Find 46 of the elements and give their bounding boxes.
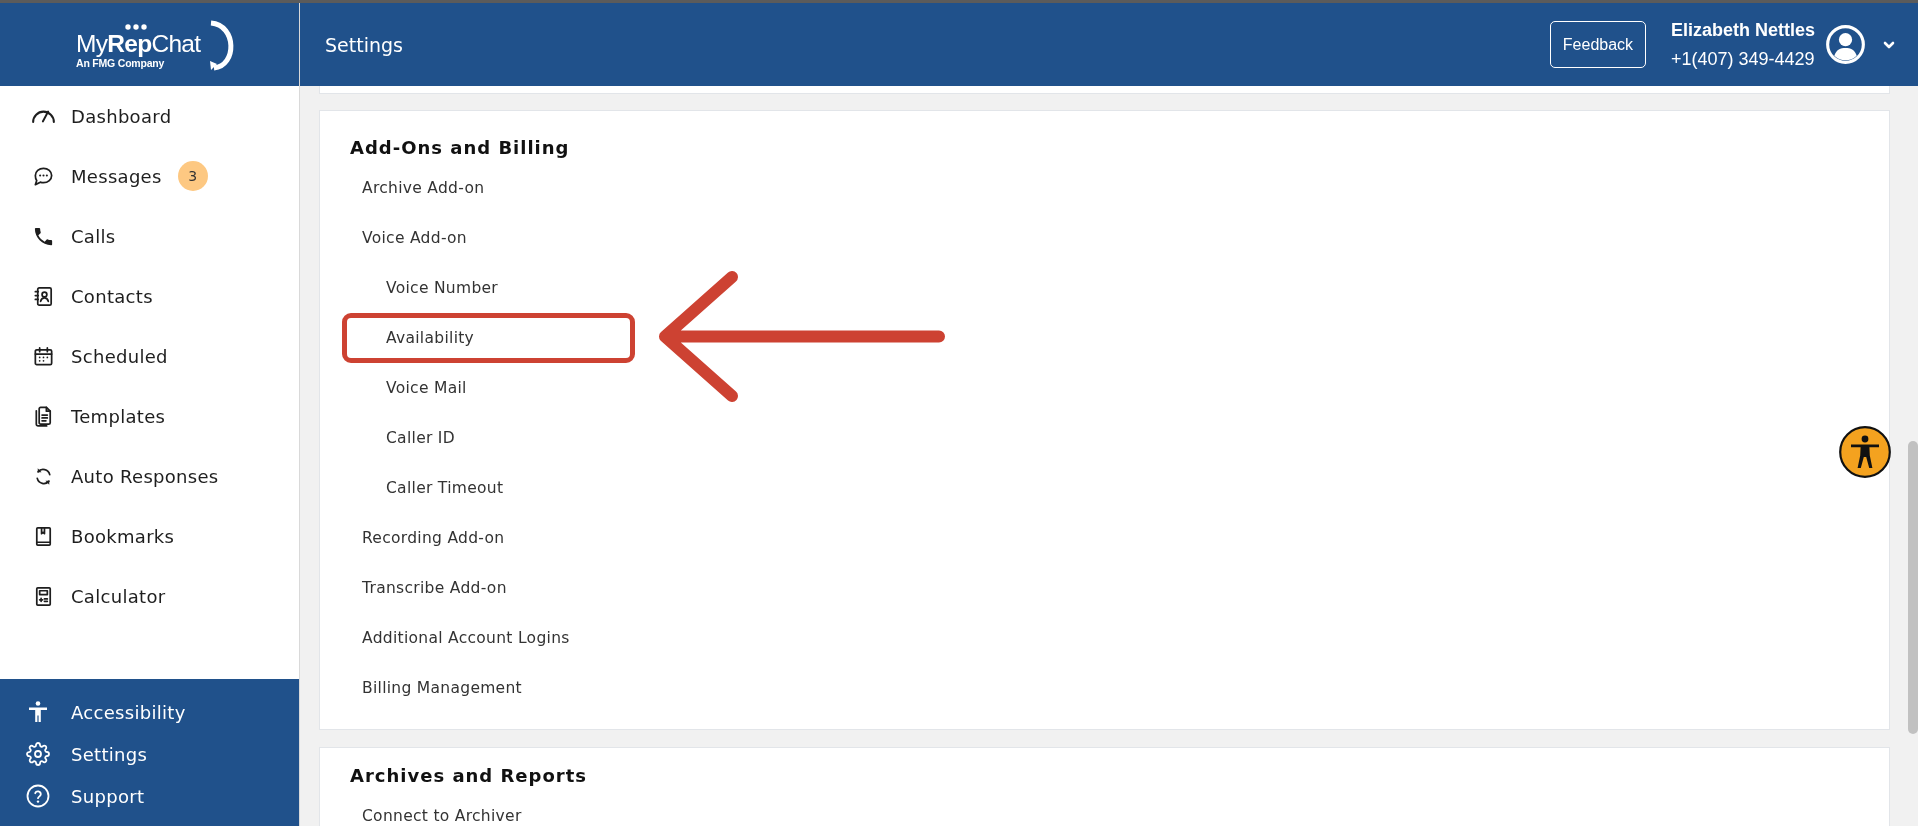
sidebar-item[interactable]: Auto Responses xyxy=(0,446,299,506)
section-title: Add-Ons and Billing xyxy=(350,136,571,160)
contact-card-icon xyxy=(32,284,55,308)
gauge-icon xyxy=(32,109,55,123)
page-title: Settings xyxy=(325,33,403,56)
settings-link[interactable]: Recording Add-on xyxy=(342,513,635,563)
settings-link[interactable]: Voice Number xyxy=(342,263,635,313)
settings-link[interactable]: Connect to Archiver xyxy=(342,791,635,826)
logo-tagline: An FMG Company xyxy=(76,57,165,70)
curved-bracket-icon xyxy=(208,20,234,72)
sidebar-item[interactable]: Scheduled xyxy=(0,326,299,386)
section-title: Archives and Reports xyxy=(350,764,588,788)
user-name: Elizabeth Nettles xyxy=(1670,18,1815,42)
feedback-button[interactable]: Feedback xyxy=(1549,21,1646,68)
settings-link[interactable]: Billing Management xyxy=(342,663,635,713)
settings-link[interactable]: Archive Add-on xyxy=(342,163,635,213)
dots-icon xyxy=(125,24,147,30)
count-badge: 3 xyxy=(177,161,208,191)
settings-link[interactable]: Availability xyxy=(342,313,635,363)
help-icon xyxy=(26,784,50,808)
chevron-down-icon[interactable] xyxy=(1883,40,1895,49)
settings-link[interactable]: Voice Add-on xyxy=(342,213,635,263)
settings-link[interactable]: Additional Account Logins xyxy=(342,613,635,663)
sidebar-item[interactable]: Settings xyxy=(0,733,299,775)
settings-link[interactable]: Caller Timeout xyxy=(342,463,635,513)
user-avatar-icon[interactable] xyxy=(1826,25,1865,64)
sidebar-item[interactable]: Support xyxy=(0,775,299,817)
settings-link[interactable]: Transcribe Add-on xyxy=(342,563,635,613)
sidebar-item[interactable]: Calculator xyxy=(0,566,299,626)
logo-wordmark: MyRepChat xyxy=(76,30,201,57)
sidebar-item[interactable]: Templates xyxy=(0,386,299,446)
speech-bubble-icon xyxy=(32,164,55,188)
accessibility-icon[interactable] xyxy=(1839,426,1891,478)
settings-link[interactable]: Voice Mail xyxy=(342,363,635,413)
settings-icon xyxy=(26,742,50,766)
sidebar-item[interactable]: Bookmarks xyxy=(0,506,299,566)
phone-number: +1(407) 349-4429 xyxy=(1670,47,1815,71)
calendar-icon xyxy=(32,344,55,368)
settings-link[interactable]: Caller ID xyxy=(342,413,635,463)
sidebar-item[interactable]: Calls xyxy=(0,206,299,266)
accessibility-icon xyxy=(26,700,50,724)
sidebar-item[interactable]: Messages 3 xyxy=(0,146,299,206)
scrollbar-thumb[interactable] xyxy=(1908,441,1918,734)
sidebar-item[interactable]: Contacts xyxy=(0,266,299,326)
sidebar-item[interactable]: Dashboard xyxy=(0,86,299,146)
sidebar-item[interactable]: Accessibility xyxy=(0,691,299,733)
